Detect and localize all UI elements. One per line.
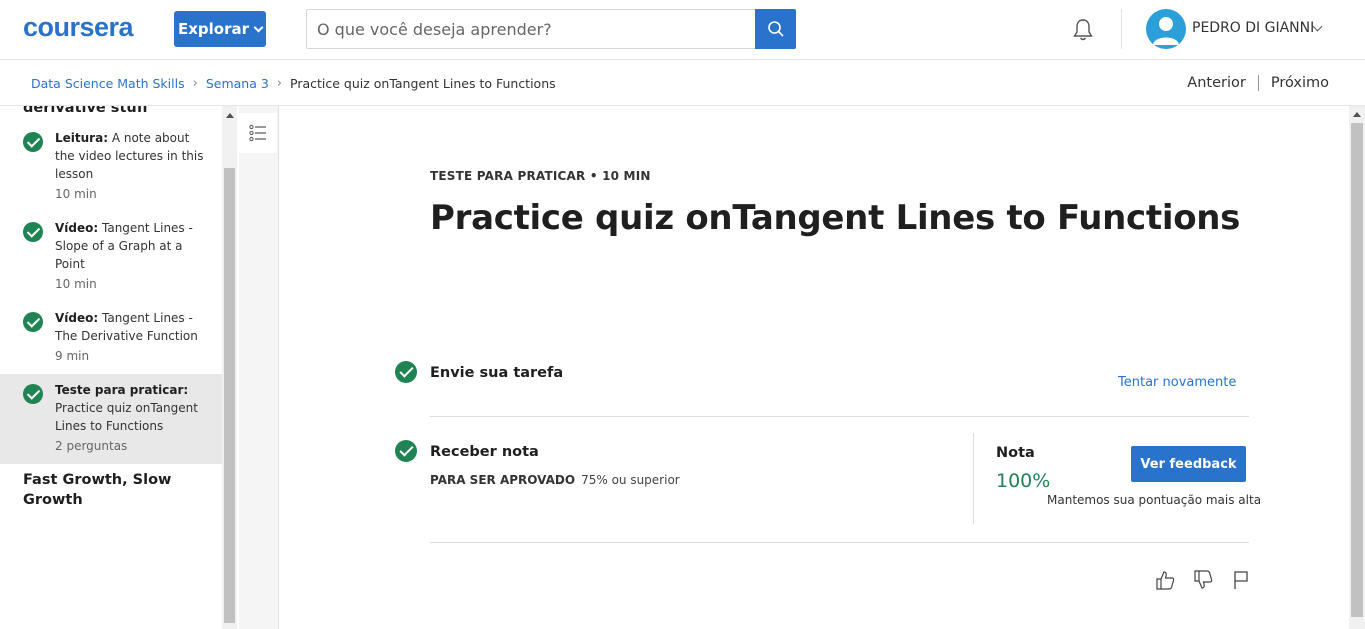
toc-toggle-button[interactable] xyxy=(239,113,277,153)
notifications-bell-icon[interactable] xyxy=(1070,17,1096,43)
divider xyxy=(430,416,1249,417)
sidebar-item-active[interactable]: Teste para praticar: Practice quiz onTan… xyxy=(0,374,222,464)
search-button[interactable] xyxy=(755,9,796,49)
check-icon xyxy=(395,440,417,462)
retry-link[interactable]: Tentar novamente xyxy=(1118,375,1236,390)
explore-label: Explorar xyxy=(177,20,250,38)
sidebar-item[interactable]: Leitura: A note about the video lectures… xyxy=(0,124,222,214)
pager: Anterior Próximo xyxy=(1187,75,1329,91)
divider xyxy=(430,542,1249,543)
flag-icon[interactable] xyxy=(1230,569,1252,591)
grade-label: Nota xyxy=(996,445,1035,461)
top-header: coursera Explorar PEDRO DI GIANNI xyxy=(0,0,1365,60)
search-box xyxy=(306,9,796,49)
sidebar-item-meta: 2 perguntas xyxy=(55,439,128,453)
thumbs-down-icon[interactable] xyxy=(1192,569,1214,591)
grade-value: 100% xyxy=(996,470,1051,492)
explore-button[interactable]: Explorar xyxy=(174,11,266,47)
list-icon xyxy=(249,124,266,142)
breadcrumb: Data Science Math Skills › Semana 3 › Pr… xyxy=(31,76,556,91)
coursera-logo[interactable]: coursera xyxy=(23,12,134,43)
check-icon xyxy=(23,222,43,242)
sidebar-item-meta: 10 min xyxy=(55,187,97,201)
scrollbar-thumb[interactable] xyxy=(224,168,235,623)
user-icon xyxy=(1153,17,1179,45)
page-title: Practice quiz onTangent Lines to Functio… xyxy=(430,198,1241,238)
sidebar-item-type: Vídeo: xyxy=(55,311,99,325)
sidebar-item[interactable]: Vídeo: Tangent Lines - Slope of a Graph … xyxy=(0,214,222,304)
check-icon xyxy=(23,312,43,332)
sidebar-item-meta: 9 min xyxy=(55,349,90,363)
next-link[interactable]: Próximo xyxy=(1271,75,1329,91)
grade-note: Mantemos sua pontuação mais alta xyxy=(1047,493,1262,507)
thumbs-up-icon[interactable] xyxy=(1154,569,1176,591)
breadcrumb-course-link[interactable]: Data Science Math Skills xyxy=(31,76,185,91)
sidebar-item-meta: 10 min xyxy=(55,277,97,291)
sidebar-section-title[interactable]: Fast Growth, Slow Growth xyxy=(23,470,193,510)
toc-column xyxy=(239,106,279,629)
main-content: TESTE PARA PRATICAR • 10 MIN Practice qu… xyxy=(281,106,1349,629)
course-sidebar: derivative stuff Leitura: A note about t… xyxy=(0,106,222,629)
avatar[interactable] xyxy=(1146,9,1186,49)
step-grade-title: Receber nota xyxy=(430,444,539,460)
feedback-icons xyxy=(1154,569,1252,591)
search-icon xyxy=(767,21,784,37)
pass-requirement: PARA SER APROVADO 75% ou superior xyxy=(430,473,680,487)
check-icon xyxy=(23,132,43,152)
breadcrumb-week-link[interactable]: Semana 3 xyxy=(206,76,269,91)
scrollbar-thumb[interactable] xyxy=(1351,123,1363,617)
sidebar-item[interactable]: Vídeo: Tangent Lines - The Derivative Fu… xyxy=(0,304,222,374)
vertical-divider xyxy=(973,433,974,524)
user-name[interactable]: PEDRO DI GIANNI xyxy=(1192,20,1314,36)
view-feedback-button[interactable]: Ver feedback xyxy=(1131,446,1246,482)
header-divider xyxy=(1121,9,1122,49)
item-eyebrow: TESTE PARA PRATICAR • 10 MIN xyxy=(430,169,651,183)
sidebar-item-type: Leitura: xyxy=(55,131,108,145)
main-scrollbar[interactable] xyxy=(1349,106,1365,629)
breadcrumb-bar: Data Science Math Skills › Semana 3 › Pr… xyxy=(0,61,1365,106)
previous-link[interactable]: Anterior xyxy=(1187,75,1246,91)
search-input[interactable] xyxy=(317,10,755,48)
chevron-right-icon: › xyxy=(276,76,282,91)
pass-label: PARA SER APROVADO xyxy=(430,473,576,487)
step-submit-title: Envie sua tarefa xyxy=(430,365,564,381)
check-icon xyxy=(23,384,43,404)
sidebar-item-type: Vídeo: xyxy=(55,221,99,235)
sidebar-item-type: Teste para praticar: xyxy=(55,383,189,397)
pass-value: 75% ou superior xyxy=(581,473,680,487)
breadcrumb-current: Practice quiz onTangent Lines to Functio… xyxy=(290,76,556,91)
pager-divider xyxy=(1257,75,1259,91)
sidebar-section-title: derivative stuff xyxy=(23,106,149,116)
chevron-down-icon xyxy=(253,22,264,32)
sidebar-item-title: Practice quiz onTangent Lines to Functio… xyxy=(55,401,198,433)
sidebar-scrollbar[interactable] xyxy=(222,106,237,629)
chevron-right-icon: › xyxy=(192,76,198,91)
scroll-up-arrow-icon[interactable] xyxy=(1353,112,1361,117)
check-icon xyxy=(395,361,417,383)
scroll-up-arrow-icon[interactable] xyxy=(226,113,234,118)
